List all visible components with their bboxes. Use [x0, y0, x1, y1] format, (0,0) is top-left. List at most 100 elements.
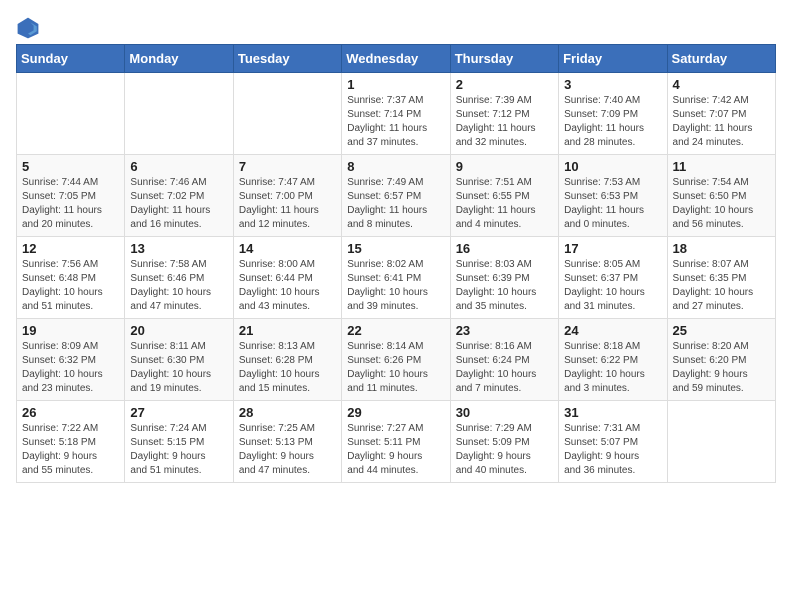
- day-number: 26: [22, 405, 119, 420]
- day-number: 17: [564, 241, 661, 256]
- calendar-cell: [667, 401, 775, 483]
- day-number: 13: [130, 241, 227, 256]
- day-info: Sunrise: 8:03 AM Sunset: 6:39 PM Dayligh…: [456, 258, 553, 314]
- day-number: 3: [564, 77, 661, 92]
- weekday-header-friday: Friday: [559, 45, 667, 73]
- calendar-cell: 22 Sunrise: 8:14 AM Sunset: 6:26 PM Dayli…: [342, 319, 450, 401]
- calendar-cell: 10 Sunrise: 7:53 AM Sunset: 6:53 PM Dayli…: [559, 155, 667, 237]
- day-number: 16: [456, 241, 553, 256]
- calendar-cell: 4 Sunrise: 7:42 AM Sunset: 7:07 PM Daylig…: [667, 73, 775, 155]
- calendar-cell: 11Sunrise: 7:54 AM Sunset: 6:50 PM Dayli…: [667, 155, 775, 237]
- day-info: Sunrise: 7:46 AM Sunset: 7:02 PM Dayligh…: [130, 176, 227, 232]
- day-info: Sunrise: 7:40 AM Sunset: 7:09 PM Dayligh…: [564, 94, 661, 150]
- day-info: Sunrise: 8:13 AM Sunset: 6:28 PM Dayligh…: [239, 340, 336, 396]
- day-number: 30: [456, 405, 553, 420]
- calendar-cell: 8 Sunrise: 7:49 AM Sunset: 6:57 PM Daylig…: [342, 155, 450, 237]
- weekday-header-sunday: Sunday: [17, 45, 125, 73]
- page-header: [16, 16, 776, 40]
- calendar-cell: [17, 73, 125, 155]
- day-info: Sunrise: 7:49 AM Sunset: 6:57 PM Dayligh…: [347, 176, 444, 232]
- day-info: Sunrise: 8:11 AM Sunset: 6:30 PM Dayligh…: [130, 340, 227, 396]
- weekday-header-wednesday: Wednesday: [342, 45, 450, 73]
- calendar-cell: 17 Sunrise: 8:05 AM Sunset: 6:37 PM Dayli…: [559, 237, 667, 319]
- calendar-cell: 24 Sunrise: 8:18 AM Sunset: 6:22 PM Dayli…: [559, 319, 667, 401]
- calendar-cell: 16 Sunrise: 8:03 AM Sunset: 6:39 PM Dayli…: [450, 237, 558, 319]
- day-number: 1: [347, 77, 444, 92]
- day-info: Sunrise: 7:31 AM Sunset: 5:07 PM Dayligh…: [564, 422, 661, 478]
- day-info: Sunrise: 7:39 AM Sunset: 7:12 PM Dayligh…: [456, 94, 553, 150]
- day-number: 11: [673, 159, 770, 174]
- day-info: Sunrise: 7:56 AM Sunset: 6:48 PM Dayligh…: [22, 258, 119, 314]
- calendar-week-2: 5 Sunrise: 7:44 AM Sunset: 7:05 PM Daylig…: [17, 155, 776, 237]
- logo: [16, 16, 42, 40]
- day-info: Sunrise: 8:18 AM Sunset: 6:22 PM Dayligh…: [564, 340, 661, 396]
- day-number: 31: [564, 405, 661, 420]
- day-info: Sunrise: 7:24 AM Sunset: 5:15 PM Dayligh…: [130, 422, 227, 478]
- day-number: 22: [347, 323, 444, 338]
- calendar-cell: 29Sunrise: 7:27 AM Sunset: 5:11 PM Dayli…: [342, 401, 450, 483]
- calendar-cell: 31 Sunrise: 7:31 AM Sunset: 5:07 PM Dayli…: [559, 401, 667, 483]
- day-number: 24: [564, 323, 661, 338]
- day-number: 23: [456, 323, 553, 338]
- calendar-cell: 2 Sunrise: 7:39 AM Sunset: 7:12 PM Daylig…: [450, 73, 558, 155]
- calendar-cell: 19 Sunrise: 8:09 AM Sunset: 6:32 PM Dayli…: [17, 319, 125, 401]
- day-number: 18: [673, 241, 770, 256]
- calendar-cell: 26 Sunrise: 7:22 AM Sunset: 5:18 PM Dayli…: [17, 401, 125, 483]
- day-number: 12: [22, 241, 119, 256]
- day-number: 28: [239, 405, 336, 420]
- calendar-cell: 18Sunrise: 8:07 AM Sunset: 6:35 PM Dayli…: [667, 237, 775, 319]
- day-info: Sunrise: 8:20 AM Sunset: 6:20 PM Dayligh…: [673, 340, 770, 396]
- day-number: 27: [130, 405, 227, 420]
- day-number: 9: [456, 159, 553, 174]
- calendar-cell: 13 Sunrise: 7:58 AM Sunset: 6:46 PM Dayli…: [125, 237, 233, 319]
- calendar-cell: [233, 73, 341, 155]
- day-number: 14: [239, 241, 336, 256]
- calendar-cell: 20 Sunrise: 8:11 AM Sunset: 6:30 PM Dayli…: [125, 319, 233, 401]
- day-info: Sunrise: 7:58 AM Sunset: 6:46 PM Dayligh…: [130, 258, 227, 314]
- calendar-cell: 14 Sunrise: 8:00 AM Sunset: 6:44 PM Dayli…: [233, 237, 341, 319]
- day-info: Sunrise: 7:53 AM Sunset: 6:53 PM Dayligh…: [564, 176, 661, 232]
- day-number: 5: [22, 159, 119, 174]
- calendar-table: SundayMondayTuesdayWednesdayThursdayFrid…: [16, 44, 776, 483]
- weekday-header-tuesday: Tuesday: [233, 45, 341, 73]
- weekday-header-row: SundayMondayTuesdayWednesdayThursdayFrid…: [17, 45, 776, 73]
- day-info: Sunrise: 7:22 AM Sunset: 5:18 PM Dayligh…: [22, 422, 119, 478]
- day-number: 21: [239, 323, 336, 338]
- day-info: Sunrise: 8:09 AM Sunset: 6:32 PM Dayligh…: [22, 340, 119, 396]
- day-number: 10: [564, 159, 661, 174]
- calendar-cell: 28Sunrise: 7:25 AM Sunset: 5:13 PM Dayli…: [233, 401, 341, 483]
- day-number: 2: [456, 77, 553, 92]
- calendar-cell: 1Sunrise: 7:37 AM Sunset: 7:14 PM Daylig…: [342, 73, 450, 155]
- day-info: Sunrise: 8:14 AM Sunset: 6:26 PM Dayligh…: [347, 340, 444, 396]
- calendar-week-3: 12 Sunrise: 7:56 AM Sunset: 6:48 PM Dayli…: [17, 237, 776, 319]
- day-number: 6: [130, 159, 227, 174]
- calendar-body: 1Sunrise: 7:37 AM Sunset: 7:14 PM Daylig…: [17, 73, 776, 483]
- calendar-cell: [125, 73, 233, 155]
- day-info: Sunrise: 8:02 AM Sunset: 6:41 PM Dayligh…: [347, 258, 444, 314]
- weekday-header-monday: Monday: [125, 45, 233, 73]
- calendar-week-1: 1Sunrise: 7:37 AM Sunset: 7:14 PM Daylig…: [17, 73, 776, 155]
- day-number: 20: [130, 323, 227, 338]
- day-info: Sunrise: 8:16 AM Sunset: 6:24 PM Dayligh…: [456, 340, 553, 396]
- day-number: 7: [239, 159, 336, 174]
- calendar-cell: 6 Sunrise: 7:46 AM Sunset: 7:02 PM Daylig…: [125, 155, 233, 237]
- day-info: Sunrise: 8:05 AM Sunset: 6:37 PM Dayligh…: [564, 258, 661, 314]
- day-info: Sunrise: 7:47 AM Sunset: 7:00 PM Dayligh…: [239, 176, 336, 232]
- calendar-cell: 12 Sunrise: 7:56 AM Sunset: 6:48 PM Dayli…: [17, 237, 125, 319]
- day-info: Sunrise: 8:00 AM Sunset: 6:44 PM Dayligh…: [239, 258, 336, 314]
- calendar-cell: 5 Sunrise: 7:44 AM Sunset: 7:05 PM Daylig…: [17, 155, 125, 237]
- day-info: Sunrise: 7:42 AM Sunset: 7:07 PM Dayligh…: [673, 94, 770, 150]
- day-number: 19: [22, 323, 119, 338]
- calendar-cell: 9Sunrise: 7:51 AM Sunset: 6:55 PM Daylig…: [450, 155, 558, 237]
- day-info: Sunrise: 7:44 AM Sunset: 7:05 PM Dayligh…: [22, 176, 119, 232]
- day-number: 15: [347, 241, 444, 256]
- day-info: Sunrise: 7:29 AM Sunset: 5:09 PM Dayligh…: [456, 422, 553, 478]
- day-number: 4: [673, 77, 770, 92]
- calendar-cell: 7 Sunrise: 7:47 AM Sunset: 7:00 PM Daylig…: [233, 155, 341, 237]
- day-number: 8: [347, 159, 444, 174]
- calendar-cell: 25Sunrise: 8:20 AM Sunset: 6:20 PM Dayli…: [667, 319, 775, 401]
- day-info: Sunrise: 7:27 AM Sunset: 5:11 PM Dayligh…: [347, 422, 444, 478]
- calendar-week-4: 19 Sunrise: 8:09 AM Sunset: 6:32 PM Dayli…: [17, 319, 776, 401]
- calendar-cell: 23 Sunrise: 8:16 AM Sunset: 6:24 PM Dayli…: [450, 319, 558, 401]
- weekday-header-thursday: Thursday: [450, 45, 558, 73]
